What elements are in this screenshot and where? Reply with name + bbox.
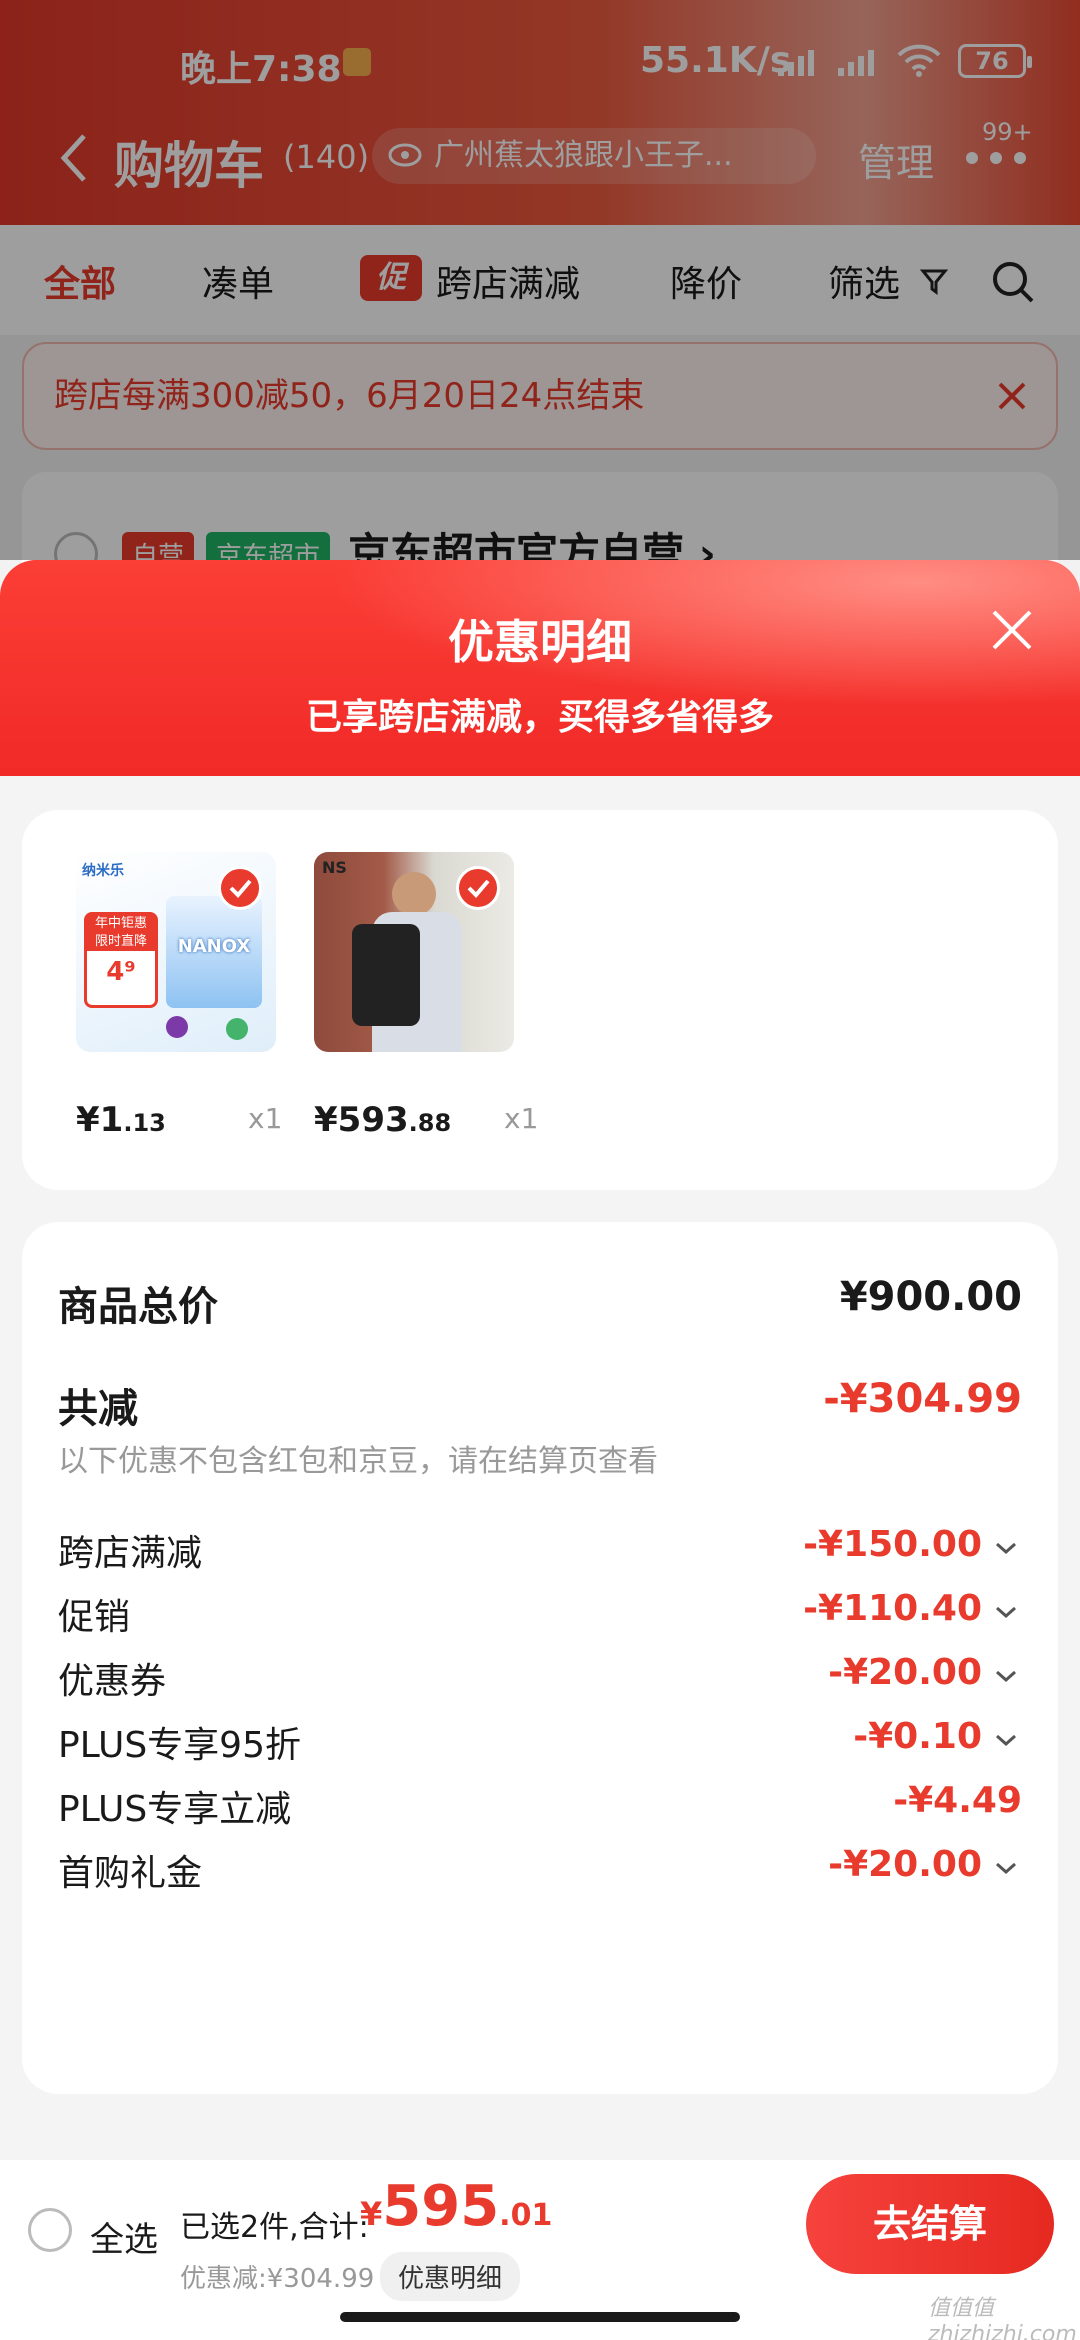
product-brand: 纳米乐 [82, 863, 124, 879]
total-decimal: .01 [499, 2198, 553, 2233]
discount-label: PLUS专享立减 [58, 1789, 292, 1830]
discount-amount: 优惠减:¥304.99 [180, 2264, 375, 2294]
total-price-row: 商品总价 ¥900.00 [58, 1274, 1022, 1334]
total-reduce-label: 共减 [58, 1386, 138, 1432]
total-reduce-value: -¥304.99 [823, 1376, 1022, 1422]
selected-count: 已选2件,合计: [180, 2210, 369, 2245]
sheet-subtitle: 已享跨店满减，买得多省得多 [305, 697, 774, 738]
pod-green [226, 1018, 248, 1040]
discount-value: -¥20.00 [828, 1652, 982, 1693]
sheet-title: 优惠明细 [448, 615, 632, 669]
select-all-label[interactable]: 全选 [90, 2212, 158, 2261]
modal-overlay[interactable] [0, 0, 1080, 560]
discount-row-coupon[interactable]: 优惠券 -¥20.00 [58, 1652, 1022, 1712]
chevron-down-icon[interactable] [994, 1668, 1018, 1684]
product-item[interactable]: 纳米乐 年中钜惠 限时直降 4⁹ NANOX ¥1.13 x1 [76, 852, 282, 1140]
select-all-radio[interactable] [28, 2208, 72, 2252]
promo-line-1: 年中钜惠 [87, 915, 155, 933]
home-indicator[interactable] [340, 2312, 740, 2322]
price-decimal: .13 [123, 1109, 166, 1137]
checkout-bar: 全选 已选2件,合计: ¥595.01 优惠减:¥304.99 优惠明细 去结算 [0, 2160, 1080, 2340]
selected-check-icon[interactable] [456, 866, 500, 910]
chevron-down-icon[interactable] [994, 1732, 1018, 1748]
discount-summary: 商品总价 ¥900.00 共减 -¥304.99 以下优惠不包含红包和京豆，请在… [22, 1222, 1058, 2094]
discount-value: -¥4.49 [893, 1780, 1022, 1821]
detergent-box: NANOX [166, 896, 262, 1008]
discount-value: -¥150.00 [803, 1524, 982, 1565]
total-amount: ¥595.01 [360, 2174, 552, 2239]
discount-note: 以下优惠不包含红包和京豆，请在结算页查看 [58, 1444, 658, 1479]
promo-sticker: 年中钜惠 限时直降 4⁹ [84, 912, 158, 1008]
discount-label: PLUS专享95折 [58, 1725, 301, 1766]
discount-value: -¥110.40 [803, 1588, 982, 1629]
product-price: ¥593.88 [314, 1100, 451, 1140]
discount-row-plus-95[interactable]: PLUS专享95折 -¥0.10 [58, 1716, 1022, 1776]
chevron-down-icon[interactable] [994, 1604, 1018, 1620]
discount-label: 促销 [58, 1597, 131, 1638]
product-image-backpack: NS [314, 852, 514, 1052]
backpack-shape [352, 924, 420, 1026]
discount-label: 首购礼金 [58, 1853, 203, 1894]
product-brand: NS [322, 858, 347, 877]
discount-value: -¥20.00 [828, 1844, 982, 1885]
product-price: ¥1.13 [76, 1100, 166, 1140]
price-integer: ¥593 [314, 1100, 409, 1140]
promo-line-2: 限时直降 [87, 933, 155, 951]
currency-symbol: ¥ [360, 2195, 383, 2233]
pod-purple [166, 1016, 188, 1038]
selected-check-icon[interactable] [218, 866, 262, 910]
product-label: NANOX [177, 936, 251, 957]
checkout-button[interactable]: 去结算 [806, 2174, 1054, 2274]
discount-label: 跨店满减 [58, 1533, 203, 1574]
product-item[interactable]: NS ¥593.88 x1 [314, 852, 538, 1140]
total-price-label: 商品总价 [58, 1284, 218, 1330]
price-integer: ¥1 [76, 1100, 124, 1140]
total-price-value: ¥900.00 [839, 1274, 1022, 1320]
discount-row-plus-instant: PLUS专享立减 -¥4.49 [58, 1780, 1022, 1840]
chevron-down-icon[interactable] [994, 1860, 1018, 1876]
promo-price: 4⁹ [106, 957, 136, 987]
discount-detail-sheet: 优惠明细 已享跨店满减，买得多省得多 纳米乐 年中钜惠 限时直降 4⁹ NANO… [0, 560, 1080, 2160]
discount-row-first-purchase[interactable]: 首购礼金 -¥20.00 [58, 1844, 1022, 1904]
discount-row-cross-store[interactable]: 跨店满减 -¥150.00 [58, 1524, 1022, 1584]
product-quantity: x1 [248, 1102, 283, 1135]
product-image-detergent: 纳米乐 年中钜惠 限时直降 4⁹ NANOX [76, 852, 276, 1052]
discount-row-promotion[interactable]: 促销 -¥110.40 [58, 1588, 1022, 1648]
total-reduce-row: 共减 -¥304.99 [58, 1376, 1022, 1436]
product-quantity: x1 [504, 1102, 539, 1135]
discount-detail-button[interactable]: 优惠明细 [380, 2252, 521, 2301]
watermark: 值值值 zhizhizhi.com [928, 2296, 1077, 2340]
model-head [392, 872, 436, 916]
close-icon[interactable] [990, 608, 1034, 652]
product-thumbnails: 纳米乐 年中钜惠 限时直降 4⁹ NANOX ¥1.13 x1 NS ¥593.… [22, 810, 1058, 1190]
sheet-header: 优惠明细 已享跨店满减，买得多省得多 [0, 560, 1080, 776]
discount-label: 优惠券 [58, 1661, 167, 1702]
price-decimal: .88 [408, 1109, 452, 1137]
discount-value: -¥0.10 [853, 1716, 982, 1757]
chevron-down-icon[interactable] [994, 1540, 1018, 1556]
total-integer: 595 [382, 2174, 500, 2239]
